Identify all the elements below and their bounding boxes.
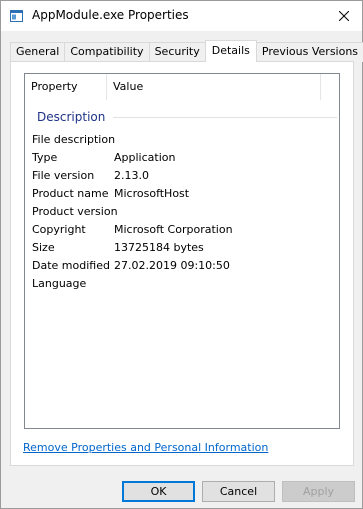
- app-window-icon: [10, 10, 23, 22]
- property-name: Type: [32, 150, 58, 164]
- remove-properties-link[interactable]: Remove Properties and Personal Informati…: [23, 441, 268, 454]
- close-icon: [339, 11, 349, 21]
- column-header-property[interactable]: Property: [25, 74, 107, 100]
- group-divider: [113, 116, 337, 118]
- property-name: Language: [32, 276, 87, 290]
- property-name: Size: [32, 240, 55, 254]
- window-title: AppModule.exe Properties: [32, 8, 189, 22]
- property-value: MicrosoftHost: [114, 186, 190, 200]
- tab-security[interactable]: Security: [148, 42, 206, 62]
- property-value: 13725184 bytes: [114, 240, 204, 254]
- property-value: 2.13.0: [114, 168, 149, 182]
- property-name: Date modified: [32, 258, 110, 272]
- group-label: Description: [37, 110, 106, 124]
- property-row[interactable]: Copyright Microsoft Corporation: [25, 220, 339, 238]
- properties-window: AppModule.exe Properties General Compati…: [0, 0, 363, 509]
- property-value: 27.02.2019 09:10:50: [114, 258, 230, 272]
- property-row[interactable]: Product name MicrosoftHost: [25, 184, 339, 202]
- property-row[interactable]: Language: [25, 274, 339, 292]
- property-name: Copyright: [32, 222, 86, 236]
- property-value: Microsoft Corporation: [114, 222, 233, 236]
- property-row[interactable]: Size 13725184 bytes: [25, 238, 339, 256]
- property-row[interactable]: Date modified 27.02.2019 09:10:50: [25, 256, 339, 274]
- tab-strip: General Compatibility Security Details P…: [10, 40, 363, 62]
- tab-previous-versions[interactable]: Previous Versions: [255, 42, 363, 62]
- property-name: File description: [32, 132, 116, 146]
- cancel-button[interactable]: Cancel: [202, 481, 275, 502]
- property-row[interactable]: File description: [25, 130, 339, 148]
- details-list[interactable]: Property Value Description File descript…: [24, 73, 340, 429]
- ok-button[interactable]: OK: [122, 481, 195, 502]
- tab-compatibility[interactable]: Compatibility: [64, 42, 150, 62]
- property-rows: File description Type Application File v…: [25, 130, 339, 292]
- column-header: Property Value: [25, 74, 339, 100]
- property-row[interactable]: File version 2.13.0: [25, 166, 339, 184]
- property-row[interactable]: Type Application: [25, 148, 339, 166]
- title-bar: AppModule.exe Properties: [1, 1, 362, 31]
- property-name: Product name: [32, 186, 109, 200]
- property-name: Product version: [32, 204, 118, 218]
- column-header-value[interactable]: Value: [107, 74, 321, 100]
- tab-general[interactable]: General: [10, 42, 66, 62]
- group-header-description: Description: [37, 109, 337, 125]
- close-button[interactable]: [326, 1, 362, 31]
- property-value: Application: [114, 150, 176, 164]
- tab-details[interactable]: Details: [204, 40, 257, 62]
- details-panel: Property Value Description File descript…: [10, 61, 354, 466]
- apply-button[interactable]: Apply: [282, 481, 355, 502]
- property-name: File version: [32, 168, 95, 182]
- property-row[interactable]: Product version: [25, 202, 339, 220]
